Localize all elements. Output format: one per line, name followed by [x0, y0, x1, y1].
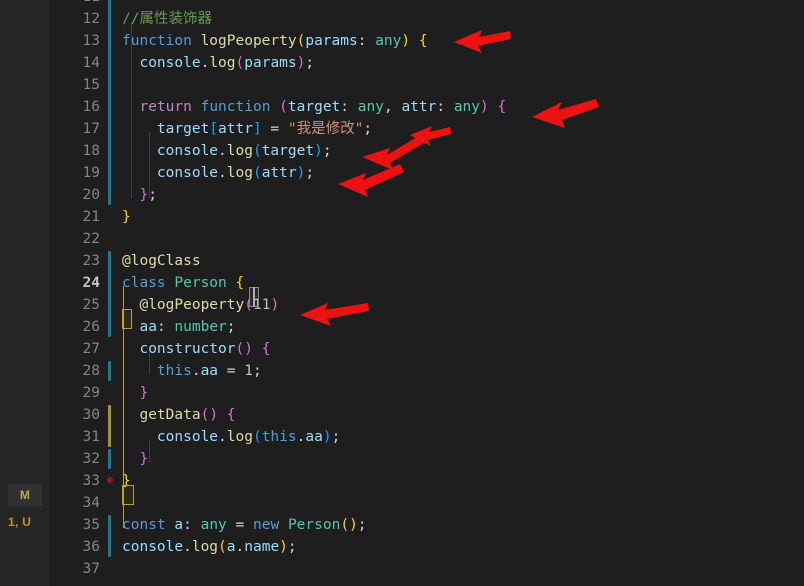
annotation-arrow-icon [362, 134, 427, 170]
annotation-arrow-icon [338, 164, 404, 197]
editor-window: M 1, U 111213141516171819202122232425262… [0, 0, 804, 586]
code-editor[interactable]: 1112131415161718192021222324252627282930… [50, 0, 804, 586]
annotation-arrow-icon [532, 99, 599, 128]
annotation-arrow-icon [454, 30, 511, 53]
status-badge-untracked[interactable]: 1, U [8, 512, 48, 532]
activity-side-panel: M 1, U [0, 0, 50, 586]
annotation-arrow-icon [300, 303, 369, 326]
status-badge-modified[interactable]: M [8, 484, 42, 506]
annotation-arrows-layer [300, 30, 599, 326]
